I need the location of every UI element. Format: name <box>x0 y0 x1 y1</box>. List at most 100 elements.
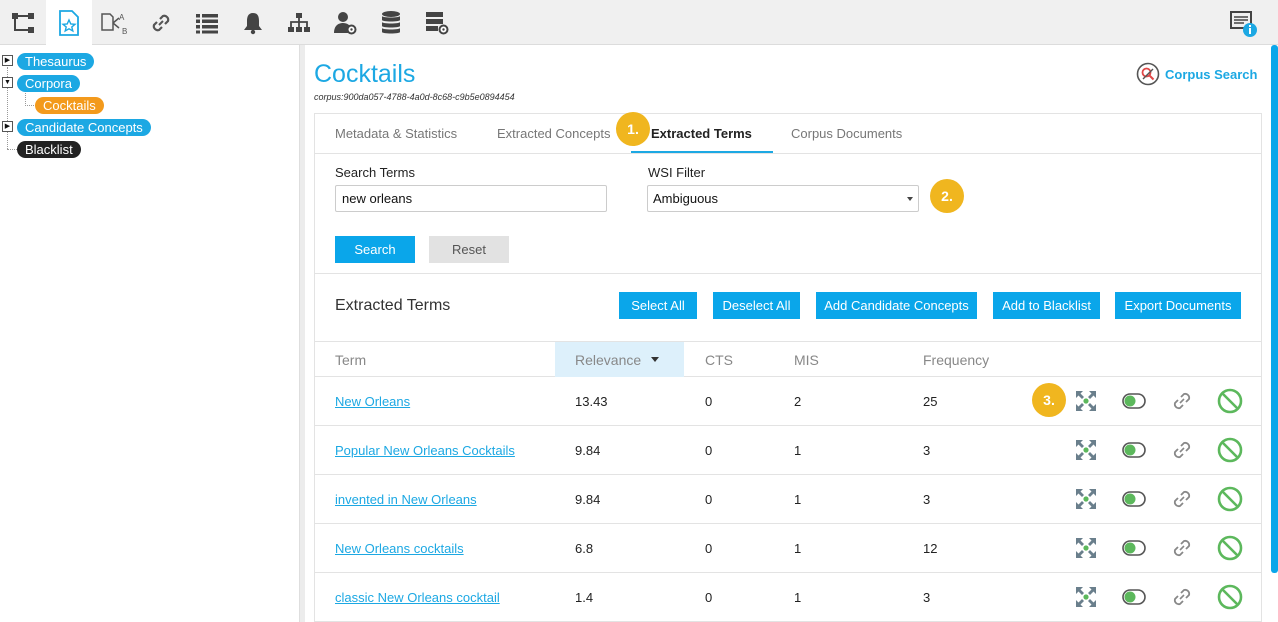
table-row: Popular New Orleans Cocktails 9.84 0 1 3 <box>315 426 1261 475</box>
add-candidate-concepts-button[interactable]: Add Candidate Concepts <box>816 292 977 319</box>
deselect-all-button[interactable]: Deselect All <box>713 292 800 319</box>
org-chart-icon[interactable] <box>276 0 322 45</box>
tree-item-label[interactable]: Blacklist <box>17 140 81 158</box>
expand-arrows-icon[interactable] <box>1073 584 1099 610</box>
panel-splitter[interactable] <box>299 45 305 622</box>
database-icon[interactable] <box>368 0 414 45</box>
term-link[interactable]: New Orleans cocktails <box>335 541 464 556</box>
page-title: Cocktails <box>314 60 416 88</box>
export-documents-button[interactable]: Export Documents <box>1115 292 1241 319</box>
search-button[interactable]: Search <box>335 236 415 263</box>
chevron-down-icon <box>907 197 913 201</box>
corpus-id: corpus:900da057-4788-4a0d-8c68-c9b5e0894… <box>314 92 515 102</box>
list-icon[interactable] <box>184 0 230 45</box>
tree-item-label[interactable]: Cocktails <box>35 96 104 114</box>
column-header-frequency[interactable]: Frequency <box>923 342 989 377</box>
term-link[interactable]: classic New Orleans cocktail <box>335 590 500 605</box>
link-icon[interactable] <box>1169 486 1195 512</box>
tab-extracted-terms[interactable]: Extracted Terms <box>651 126 752 141</box>
tree-item-label[interactable]: Candidate Concepts <box>17 118 151 136</box>
expand-arrows-icon[interactable] <box>1073 486 1099 512</box>
mis-cell: 1 <box>794 492 802 507</box>
column-header-cts[interactable]: CTS <box>705 342 733 377</box>
toggle-icon[interactable] <box>1121 388 1147 414</box>
document-star-icon[interactable] <box>46 0 92 45</box>
frequency-cell: 12 <box>923 541 938 556</box>
column-header-mis[interactable]: MIS <box>794 342 819 377</box>
table-header: Term Relevance CTS MIS Frequency <box>315 341 1261 377</box>
user-settings-icon[interactable] <box>322 0 368 45</box>
main-toolbar: AB <box>0 0 1278 45</box>
cts-cell: 0 <box>705 590 713 605</box>
block-icon[interactable] <box>1217 584 1243 610</box>
document-ab-icon[interactable]: AB <box>92 0 138 45</box>
link-icon[interactable] <box>1169 584 1195 610</box>
search-terms-input[interactable] <box>335 185 607 212</box>
tab-bar: Metadata & Statistics Extracted Concepts… <box>315 114 1261 154</box>
hierarchy-icon[interactable] <box>0 0 46 45</box>
tree-item-corpora[interactable]: ▼ Corpora <box>0 74 80 92</box>
divider <box>315 273 1261 274</box>
column-header-term[interactable]: Term <box>335 342 366 377</box>
link-icon[interactable] <box>138 0 184 45</box>
relevance-cell: 9.84 <box>575 492 601 507</box>
toggle-icon[interactable] <box>1121 535 1147 561</box>
term-link[interactable]: Popular New Orleans Cocktails <box>335 443 515 458</box>
tree-item-blacklist[interactable]: Blacklist <box>0 140 81 158</box>
bell-icon[interactable] <box>230 0 276 45</box>
expand-arrows-icon[interactable] <box>1073 437 1099 463</box>
tree-item-thesaurus[interactable]: ▶ Thesaurus <box>0 52 95 70</box>
relevance-cell: 9.84 <box>575 443 601 458</box>
corpus-search-button[interactable]: Corpus Search <box>1136 62 1257 86</box>
collapse-toggle-icon[interactable]: ▼ <box>2 77 13 88</box>
info-panel-icon[interactable] <box>1220 0 1266 45</box>
reset-button[interactable]: Reset <box>429 236 509 263</box>
tree-item-candidate-concepts[interactable]: ▶ Candidate Concepts <box>0 118 151 136</box>
cts-cell: 0 <box>705 394 713 409</box>
term-link[interactable]: invented in New Orleans <box>335 492 477 507</box>
frequency-cell: 3 <box>923 492 931 507</box>
tree-item-cocktails[interactable]: Cocktails <box>35 96 104 114</box>
block-icon[interactable] <box>1217 535 1243 561</box>
content-panel: Metadata & Statistics Extracted Concepts… <box>314 112 1262 622</box>
expand-arrows-icon[interactable] <box>1073 535 1099 561</box>
corpus-search-icon <box>1136 62 1160 86</box>
tree-item-label[interactable]: Thesaurus <box>17 52 95 70</box>
term-link[interactable]: New Orleans <box>335 394 410 409</box>
tab-extracted-concepts[interactable]: Extracted Concepts <box>497 126 610 141</box>
expand-toggle-icon[interactable]: ▶ <box>2 55 13 66</box>
wsi-filter-label: WSI Filter <box>648 165 706 180</box>
link-icon[interactable] <box>1169 535 1195 561</box>
table-row: invented in New Orleans 9.84 0 1 3 <box>315 475 1261 524</box>
frequency-cell: 25 <box>923 394 938 409</box>
add-to-blacklist-button[interactable]: Add to Blacklist <box>993 292 1100 319</box>
table-row: classic New Orleans cocktail 1.4 0 1 3 <box>315 573 1261 622</box>
toggle-icon[interactable] <box>1121 486 1147 512</box>
frequency-cell: 3 <box>923 590 931 605</box>
tab-corpus-documents[interactable]: Corpus Documents <box>791 126 902 141</box>
link-icon[interactable] <box>1169 388 1195 414</box>
block-icon[interactable] <box>1217 437 1243 463</box>
table-row: New Orleans 13.43 0 2 25 <box>315 377 1261 426</box>
select-all-button[interactable]: Select All <box>619 292 697 319</box>
expand-arrows-icon[interactable] <box>1073 388 1099 414</box>
block-icon[interactable] <box>1217 388 1243 414</box>
relevance-cell: 6.8 <box>575 541 594 556</box>
wsi-filter-select[interactable]: Ambiguous <box>647 185 919 212</box>
mis-cell: 1 <box>794 590 802 605</box>
tab-metadata-statistics[interactable]: Metadata & Statistics <box>335 126 457 141</box>
scrollbar[interactable] <box>1271 45 1278 573</box>
column-header-relevance[interactable]: Relevance <box>555 342 684 377</box>
toggle-icon[interactable] <box>1121 584 1147 610</box>
frequency-cell: 3 <box>923 443 931 458</box>
toggle-icon[interactable] <box>1121 437 1147 463</box>
tree-item-label[interactable]: Corpora <box>17 74 80 92</box>
block-icon[interactable] <box>1217 486 1243 512</box>
search-terms-label: Search Terms <box>335 165 415 180</box>
expand-toggle-icon[interactable]: ▶ <box>2 121 13 132</box>
link-icon[interactable] <box>1169 437 1195 463</box>
mis-cell: 1 <box>794 443 802 458</box>
server-settings-icon[interactable] <box>414 0 460 45</box>
relevance-cell: 1.4 <box>575 590 594 605</box>
svg-text:A: A <box>119 13 125 22</box>
